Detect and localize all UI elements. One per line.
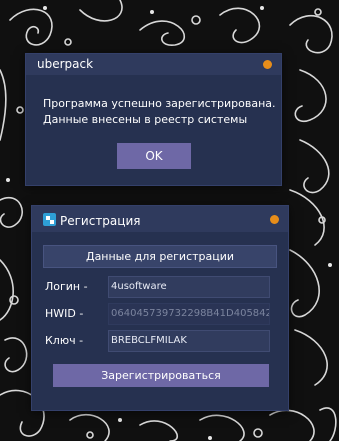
hwid-label: HWID - (45, 307, 84, 320)
message-line-2: Данные внесены в реестр системы (43, 113, 248, 126)
status-dot-icon[interactable] (270, 215, 279, 224)
ok-button[interactable]: OK (117, 143, 191, 169)
app-logo-icon (43, 213, 56, 226)
login-field[interactable]: 4usoftware (108, 276, 270, 298)
message-dialog-titlebar[interactable]: uberpack (26, 54, 281, 75)
message-dialog-title: uberpack (37, 57, 94, 71)
status-dot-icon[interactable] (263, 60, 272, 69)
registration-title: Регистрация (60, 214, 141, 228)
login-label: Логин - (45, 280, 88, 293)
message-line-1: Программа успешно зарегистрирована. (43, 97, 276, 110)
key-label: Ключ - (45, 334, 84, 347)
message-dialog: uberpack Программа успешно зарегистриров… (25, 53, 282, 186)
registration-window: Регистрация Данные для регистрации Логин… (31, 205, 289, 411)
register-button[interactable]: Зарегистрироваться (53, 364, 269, 387)
key-field[interactable]: BREBCLFMILAK (108, 330, 270, 352)
section-header: Данные для регистрации (43, 245, 277, 268)
registration-titlebar[interactable]: Регистрация (32, 206, 288, 232)
hwid-field[interactable]: 06404573973229​8B41D4058420 (108, 303, 270, 325)
message-text: Программа успешно зарегистрирована. Данн… (43, 96, 281, 128)
